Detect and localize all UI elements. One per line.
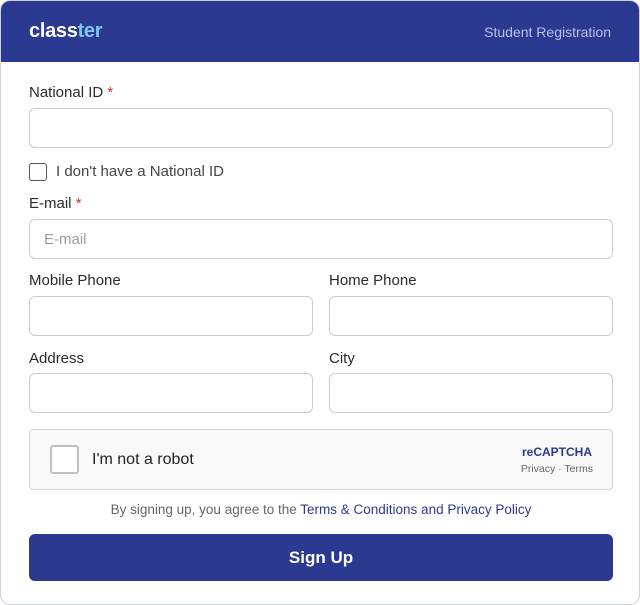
- recaptcha-privacy-link[interactable]: Privacy: [521, 463, 555, 475]
- address-label: Address: [29, 350, 85, 367]
- recaptcha-brand: reCAPTCHA: [521, 445, 592, 459]
- national-id-label: National ID *: [29, 84, 114, 101]
- page-title: Student Registration: [484, 23, 611, 40]
- header-bar: classter Student Registration: [1, 1, 639, 62]
- recaptcha-links: Privacy · Terms: [520, 463, 593, 475]
- email-label: E-mail *: [29, 195, 82, 212]
- national-id-input[interactable]: [29, 108, 613, 148]
- city-input[interactable]: [329, 373, 613, 413]
- city-label: City: [329, 350, 355, 367]
- address-input[interactable]: [29, 373, 313, 413]
- registration-card: classter Student Registration National I…: [0, 0, 640, 605]
- home-phone-label: Home Phone: [329, 272, 417, 289]
- no-national-id-label[interactable]: I don't have a National ID: [56, 163, 224, 180]
- home-phone-input[interactable]: [329, 296, 613, 336]
- sign-up-button[interactable]: Sign Up: [29, 534, 613, 581]
- email-input[interactable]: [29, 219, 613, 259]
- terms-agreement: By signing up, you agree to the Terms & …: [110, 502, 532, 517]
- recaptcha-terms-link[interactable]: Terms: [564, 463, 593, 475]
- mobile-phone-label: Mobile Phone: [29, 272, 121, 289]
- recaptcha-widget: I'm not a robot reCAPTCHA Privacy · Term…: [29, 429, 613, 490]
- mobile-phone-input[interactable]: [29, 296, 313, 336]
- no-national-id-checkbox[interactable]: [29, 163, 47, 181]
- app-logo: classter: [29, 20, 103, 42]
- recaptcha-checkbox[interactable]: [50, 445, 79, 474]
- terms-privacy-link[interactable]: Terms & Conditions and Privacy Policy: [300, 502, 531, 517]
- required-mark: *: [107, 84, 114, 101]
- required-mark: *: [75, 195, 82, 212]
- recaptcha-label: I'm not a robot: [92, 451, 194, 468]
